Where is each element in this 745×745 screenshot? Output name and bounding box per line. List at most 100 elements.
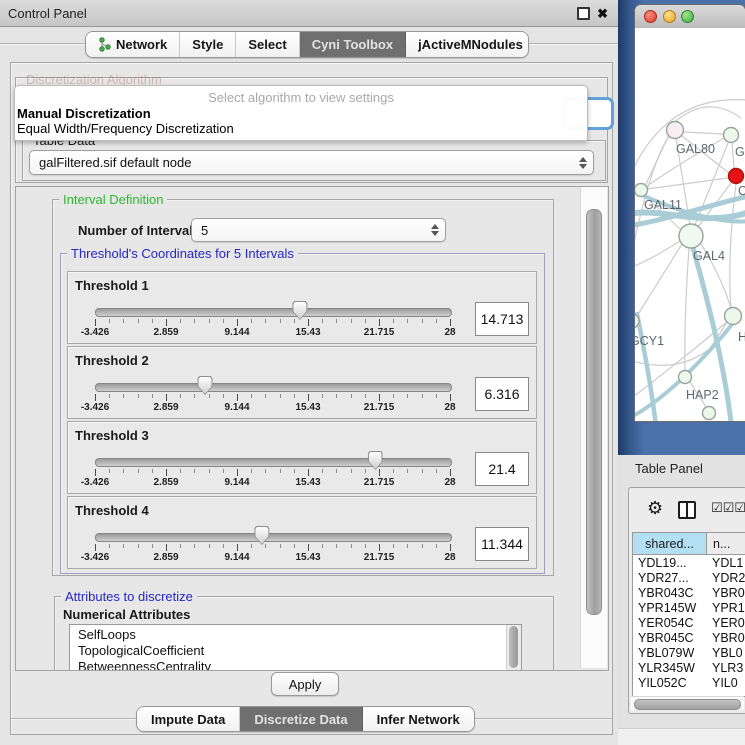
slider-track[interactable]	[95, 533, 452, 542]
tab-network[interactable]: Network	[86, 32, 180, 57]
threshold-1-slider[interactable]: -3.4262.8599.14415.4321.71528	[95, 272, 450, 343]
scrollbar-thumb[interactable]	[634, 699, 741, 710]
table-horizontal-scrollbar[interactable]	[631, 696, 744, 710]
scrollbar-thumb[interactable]	[509, 626, 518, 668]
tab-infer-network[interactable]: Infer Network	[363, 707, 474, 731]
screenshot-root: Control Panel ✖ Network Style Select Cyn…	[0, 0, 745, 745]
tab-impute-data-label: Impute Data	[151, 712, 225, 727]
close-icon[interactable]: ✖	[597, 8, 608, 19]
checkbox-icons[interactable]: ☑☑☑	[711, 501, 745, 516]
network-node[interactable]	[725, 308, 742, 325]
table-row[interactable]: YBR045CYBR0	[633, 630, 745, 645]
threshold-2-value-field[interactable]: 6.316	[475, 377, 529, 411]
list-scrollbar[interactable]	[506, 625, 521, 671]
tab-cyni-toolbox[interactable]: Cyni Toolbox	[300, 32, 406, 57]
tab-discretize-data[interactable]: Discretize Data	[240, 707, 362, 731]
node-table: shared... n... YDL19...YDL1YDR27...YDR2Y…	[632, 532, 745, 697]
close-traffic-light-icon[interactable]	[644, 10, 657, 23]
network-edge[interactable]	[637, 244, 682, 316]
vertical-scrollbar[interactable]	[580, 187, 607, 668]
network-node[interactable]	[724, 128, 739, 143]
table-header-row: shared... n...	[633, 533, 745, 555]
table-row[interactable]: YBL079WYBL0	[633, 646, 745, 661]
network-edge[interactable]	[683, 132, 724, 134]
tab-select-label: Select	[248, 37, 286, 52]
tab-style[interactable]: Style	[180, 32, 236, 57]
interval-definition-group: Interval Definition Number of Intervals …	[52, 199, 554, 576]
group-title-attributes: Attributes to discretize	[61, 589, 197, 604]
network-node[interactable]	[703, 407, 716, 420]
table-row[interactable]: YBR043CYBR0	[633, 585, 745, 600]
slider-track[interactable]	[95, 383, 452, 392]
slider-ticks	[95, 319, 450, 327]
apply-button[interactable]: Apply	[271, 672, 339, 696]
column-header-name[interactable]: n...	[707, 533, 745, 555]
table-row[interactable]: YDL19...YDL1	[633, 555, 745, 570]
slider-tick-labels: -3.4262.8599.14415.4321.71528	[95, 552, 450, 564]
split-columns-icon[interactable]	[678, 501, 696, 519]
threshold-3-value-field[interactable]: 21.4	[475, 452, 529, 486]
network-edge[interactable]	[635, 241, 680, 268]
float-window-icon[interactable]	[577, 7, 590, 20]
column-header-shared[interactable]: shared...	[633, 533, 707, 555]
window-title: Control Panel	[8, 6, 87, 21]
table-data-value: galFiltered.sif default node	[39, 155, 191, 170]
gear-icon[interactable]: ⚙	[647, 498, 663, 519]
network-window-titlebar[interactable]	[635, 5, 745, 29]
table-row[interactable]: YDR27...YDR2	[633, 570, 745, 585]
table-data-combobox[interactable]: galFiltered.sif default node	[29, 150, 594, 175]
dropdown-option-equal-width[interactable]: Equal Width/Frequency Discretization	[17, 121, 234, 136]
network-edge[interactable]	[647, 178, 728, 189]
threshold-4-slider[interactable]: -3.4262.8599.14415.4321.71528	[95, 497, 450, 568]
slider-ticks	[95, 394, 450, 402]
tab-infer-network-label: Infer Network	[377, 712, 460, 727]
scrollbar-thumb[interactable]	[586, 209, 602, 615]
slider-tick-labels: -3.4262.8599.14415.4321.71528	[95, 327, 450, 339]
threshold-2-slider[interactable]: -3.4262.8599.14415.4321.71528	[95, 347, 450, 418]
network-canvas[interactable]: GAL80GCGAL11GAL4GCY1HHAP2	[635, 28, 745, 421]
tab-jactivemnodules-label: jActiveMNodules	[418, 37, 523, 52]
slider-track[interactable]	[95, 458, 452, 467]
threshold-1-value-field[interactable]: 14.713	[475, 302, 529, 336]
tab-impute-data[interactable]: Impute Data	[137, 707, 240, 731]
network-node[interactable]	[667, 122, 684, 139]
tab-discretize-data-label: Discretize Data	[254, 712, 347, 727]
threshold-3-slider[interactable]: -3.4262.8599.14415.4321.71528	[95, 422, 450, 493]
attributes-to-discretize-group: Attributes to discretize Numerical Attri…	[54, 596, 554, 671]
network-node[interactable]	[729, 169, 744, 184]
threshold-4-value-field[interactable]: 11.344	[475, 527, 529, 561]
table-row[interactable]: YLR345WYLR3	[633, 661, 745, 676]
zoom-traffic-light-icon[interactable]	[681, 10, 694, 23]
list-item[interactable]: BetweennessCentrality	[70, 659, 506, 671]
numerical-attributes-list[interactable]: SelfLoopsTopologicalCoefficientBetweenne…	[69, 624, 522, 671]
numerical-attributes-label: Numerical Attributes	[63, 607, 190, 622]
tab-jactivemnodules[interactable]: jActiveMNodules	[406, 32, 529, 57]
list-item[interactable]: TopologicalCoefficient	[70, 643, 506, 659]
network-node[interactable]	[679, 371, 692, 384]
control-panel-titlebar: Control Panel ✖	[0, 0, 618, 27]
network-edge[interactable]	[685, 248, 689, 371]
dropdown-option-manual-discretization[interactable]: Manual Discretization	[17, 106, 151, 121]
slider-thumb[interactable]	[368, 451, 383, 470]
control-panel-window: Control Panel ✖ Network Style Select Cyn…	[0, 0, 618, 745]
network-node[interactable]	[635, 184, 648, 197]
list-item[interactable]: SelfLoops	[70, 627, 506, 643]
table-row[interactable]: YIL052CYIL0	[633, 676, 745, 691]
slider-track[interactable]	[95, 308, 452, 317]
group-title-interval-definition: Interval Definition	[59, 192, 167, 207]
slider-thumb[interactable]	[292, 301, 307, 320]
network-node[interactable]	[679, 224, 703, 248]
tab-select[interactable]: Select	[236, 32, 299, 57]
network-edge[interactable]	[675, 107, 741, 122]
stepper-arrows-icon	[579, 151, 587, 174]
number-of-intervals-combobox[interactable]: 5	[191, 218, 446, 242]
node-label: GAL4	[693, 249, 725, 263]
slider-thumb[interactable]	[198, 376, 213, 395]
slider-thumb[interactable]	[254, 526, 269, 545]
minimize-traffic-light-icon[interactable]	[663, 10, 676, 23]
slider-ticks	[95, 544, 450, 552]
number-of-intervals-value: 5	[201, 223, 208, 238]
table-row[interactable]: YPR145WYPR1	[633, 600, 745, 615]
network-edge[interactable]	[732, 143, 734, 168]
table-row[interactable]: YER054CYER0	[633, 615, 745, 630]
